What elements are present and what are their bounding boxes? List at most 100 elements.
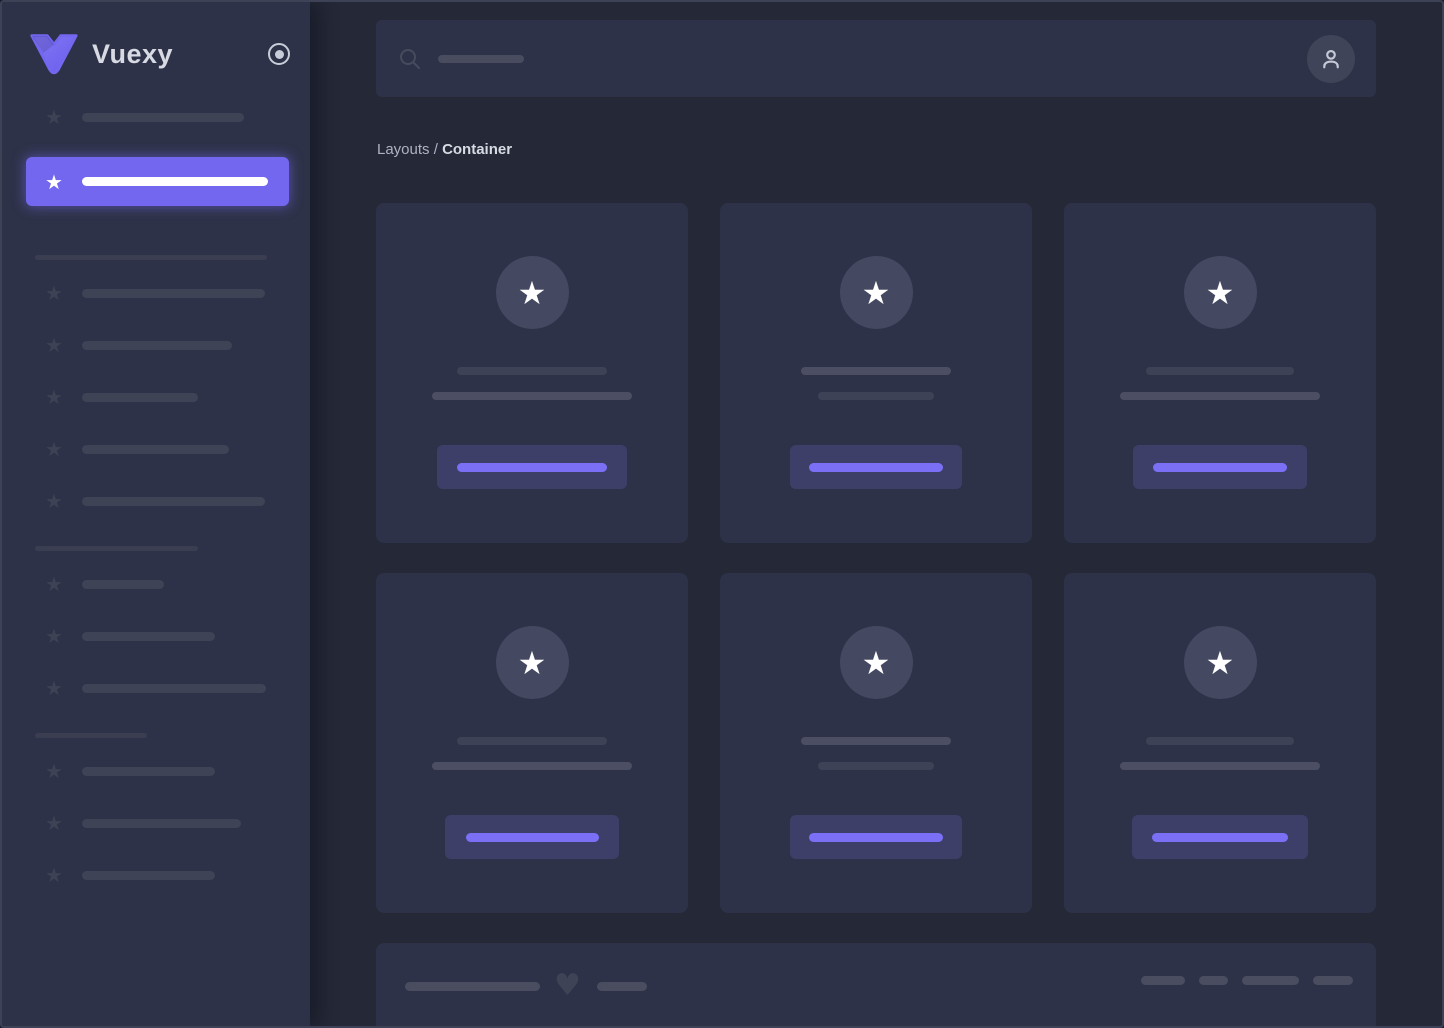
- star-icon: ★: [45, 385, 63, 409]
- bottom-card-left: ♥: [405, 971, 647, 1001]
- button-label-bar: [457, 462, 607, 472]
- star-icon: ★: [1205, 273, 1235, 312]
- card-subtitle-bar: [818, 762, 934, 770]
- star-icon: ★: [45, 489, 63, 513]
- breadcrumb: Layouts / Container: [377, 141, 1376, 158]
- button-label-bar: [809, 832, 943, 842]
- card-title-bar: [457, 737, 607, 745]
- sidebar-pin-toggle-icon[interactable]: [268, 43, 290, 65]
- skeleton-card: ★: [720, 573, 1032, 913]
- card-title-bar: [1146, 737, 1294, 745]
- card-button[interactable]: [1133, 445, 1307, 489]
- card-button[interactable]: [445, 815, 619, 859]
- sidebar-item-skeleton[interactable]: ★: [26, 333, 289, 357]
- star-icon: ★: [517, 643, 547, 682]
- star-icon: ★: [45, 437, 63, 461]
- skeleton-label-bar: [82, 579, 164, 589]
- card-title-bar: [1146, 367, 1294, 375]
- sidebar-item-skeleton[interactable]: ★: [26, 281, 289, 305]
- button-label-bar: [1152, 832, 1288, 842]
- sidebar-section-header-bar: [35, 546, 198, 551]
- card-avatar: ★: [495, 626, 569, 699]
- sidebar-item-skeleton[interactable]: ★: [26, 863, 289, 887]
- card-avatar: ★: [1183, 256, 1257, 329]
- card-grid: ★ ★ ★ ★ ★ ★: [376, 203, 1376, 913]
- skeleton-label-bar: [82, 496, 265, 506]
- bottom-card-right: [1127, 976, 1353, 985]
- sidebar-item-skeleton[interactable]: ★: [26, 437, 289, 461]
- skeleton-label-bar: [82, 631, 215, 641]
- breadcrumb-current: Container: [442, 141, 513, 158]
- search-placeholder-bar: [438, 54, 524, 63]
- skeleton-bar: [1313, 976, 1353, 985]
- sidebar-item-skeleton[interactable]: ★: [26, 489, 289, 513]
- sidebar-item-skeleton[interactable]: ★: [26, 811, 289, 835]
- skeleton-label-bar: [82, 288, 265, 298]
- card-button[interactable]: [790, 815, 962, 859]
- skeleton-bar: [1141, 976, 1185, 985]
- skeleton-label-bar: [82, 683, 266, 693]
- skeleton-card: ★: [1064, 203, 1376, 543]
- card-avatar: ★: [839, 256, 913, 329]
- sidebar-section-header-bar: [35, 255, 267, 260]
- star-icon: ★: [861, 273, 891, 312]
- skeleton-label-bar: [82, 340, 232, 350]
- card-avatar: ★: [495, 256, 569, 329]
- card-title-bar: [801, 367, 951, 375]
- person-icon: [1323, 49, 1339, 68]
- star-icon: ★: [45, 281, 63, 305]
- main-content: Layouts / Container ★ ★ ★ ★ ★ ★ ♥: [310, 2, 1442, 1026]
- button-label-bar: [809, 462, 943, 472]
- skeleton-bar: [405, 981, 540, 991]
- skeleton-card: ★: [720, 203, 1032, 543]
- skeleton-bar: [596, 981, 647, 991]
- card-avatar: ★: [1183, 626, 1257, 699]
- vuexy-logo-icon: [30, 34, 78, 75]
- skeleton-label-bar: [82, 766, 215, 776]
- star-icon: ★: [45, 572, 63, 596]
- star-icon: ★: [45, 105, 63, 129]
- breadcrumb-parent[interactable]: Layouts: [377, 141, 430, 158]
- app-window: Vuexy ★ ★ ★ ★ ★ ★ ★ ★ ★ ★ ★ ★ ★ Layouts …: [0, 0, 1444, 1028]
- star-icon: ★: [45, 333, 63, 357]
- brand-name: Vuexy: [92, 38, 174, 69]
- star-icon: ★: [1205, 643, 1235, 682]
- star-icon: ★: [517, 273, 547, 312]
- button-label-bar: [465, 832, 599, 842]
- user-avatar[interactable]: [1307, 34, 1355, 83]
- breadcrumb-separator: /: [429, 141, 443, 158]
- sidebar-item-skeleton[interactable]: ★: [26, 572, 289, 596]
- search-bar[interactable]: [376, 20, 1376, 97]
- skeleton-label-bar: [82, 444, 229, 454]
- card-subtitle-bar: [432, 392, 632, 400]
- card-avatar: ★: [839, 626, 913, 699]
- card-button[interactable]: [790, 445, 962, 489]
- card-button[interactable]: [1132, 815, 1308, 859]
- skeleton-bar: [1242, 976, 1299, 985]
- card-title-bar: [457, 367, 607, 375]
- skeleton-label-bar: [82, 818, 241, 828]
- card-button[interactable]: [437, 445, 627, 489]
- star-icon: ★: [45, 676, 63, 700]
- sidebar-item-skeleton[interactable]: ★: [26, 624, 289, 648]
- sidebar-item-skeleton[interactable]: ★: [26, 759, 289, 783]
- card-subtitle-bar: [818, 392, 934, 400]
- sidebar-item-active[interactable]: ★: [26, 157, 289, 206]
- bottom-card: ♥: [376, 943, 1376, 1026]
- skeleton-card: ★: [1064, 573, 1376, 913]
- button-label-bar: [1153, 462, 1287, 472]
- sidebar-item-skeleton[interactable]: ★: [26, 385, 289, 409]
- brand: Vuexy: [28, 32, 290, 76]
- skeleton-bar: [1199, 976, 1228, 985]
- heart-icon[interactable]: ♥: [554, 971, 581, 1001]
- card-subtitle-bar: [1120, 392, 1320, 400]
- star-icon: ★: [45, 624, 63, 648]
- card-title-bar: [801, 737, 951, 745]
- sidebar-nav: ★ ★ ★ ★ ★ ★ ★ ★ ★ ★ ★ ★ ★: [2, 105, 310, 887]
- sidebar-item-skeleton[interactable]: ★: [26, 676, 289, 700]
- star-icon: ★: [45, 811, 63, 835]
- sidebar-section-header-bar: [35, 733, 147, 738]
- sidebar-item-skeleton[interactable]: ★: [26, 105, 289, 129]
- skeleton-label-bar: [82, 177, 268, 186]
- sidebar-nav-sections: ★ ★ ★ ★ ★ ★ ★ ★ ★ ★ ★: [2, 255, 310, 887]
